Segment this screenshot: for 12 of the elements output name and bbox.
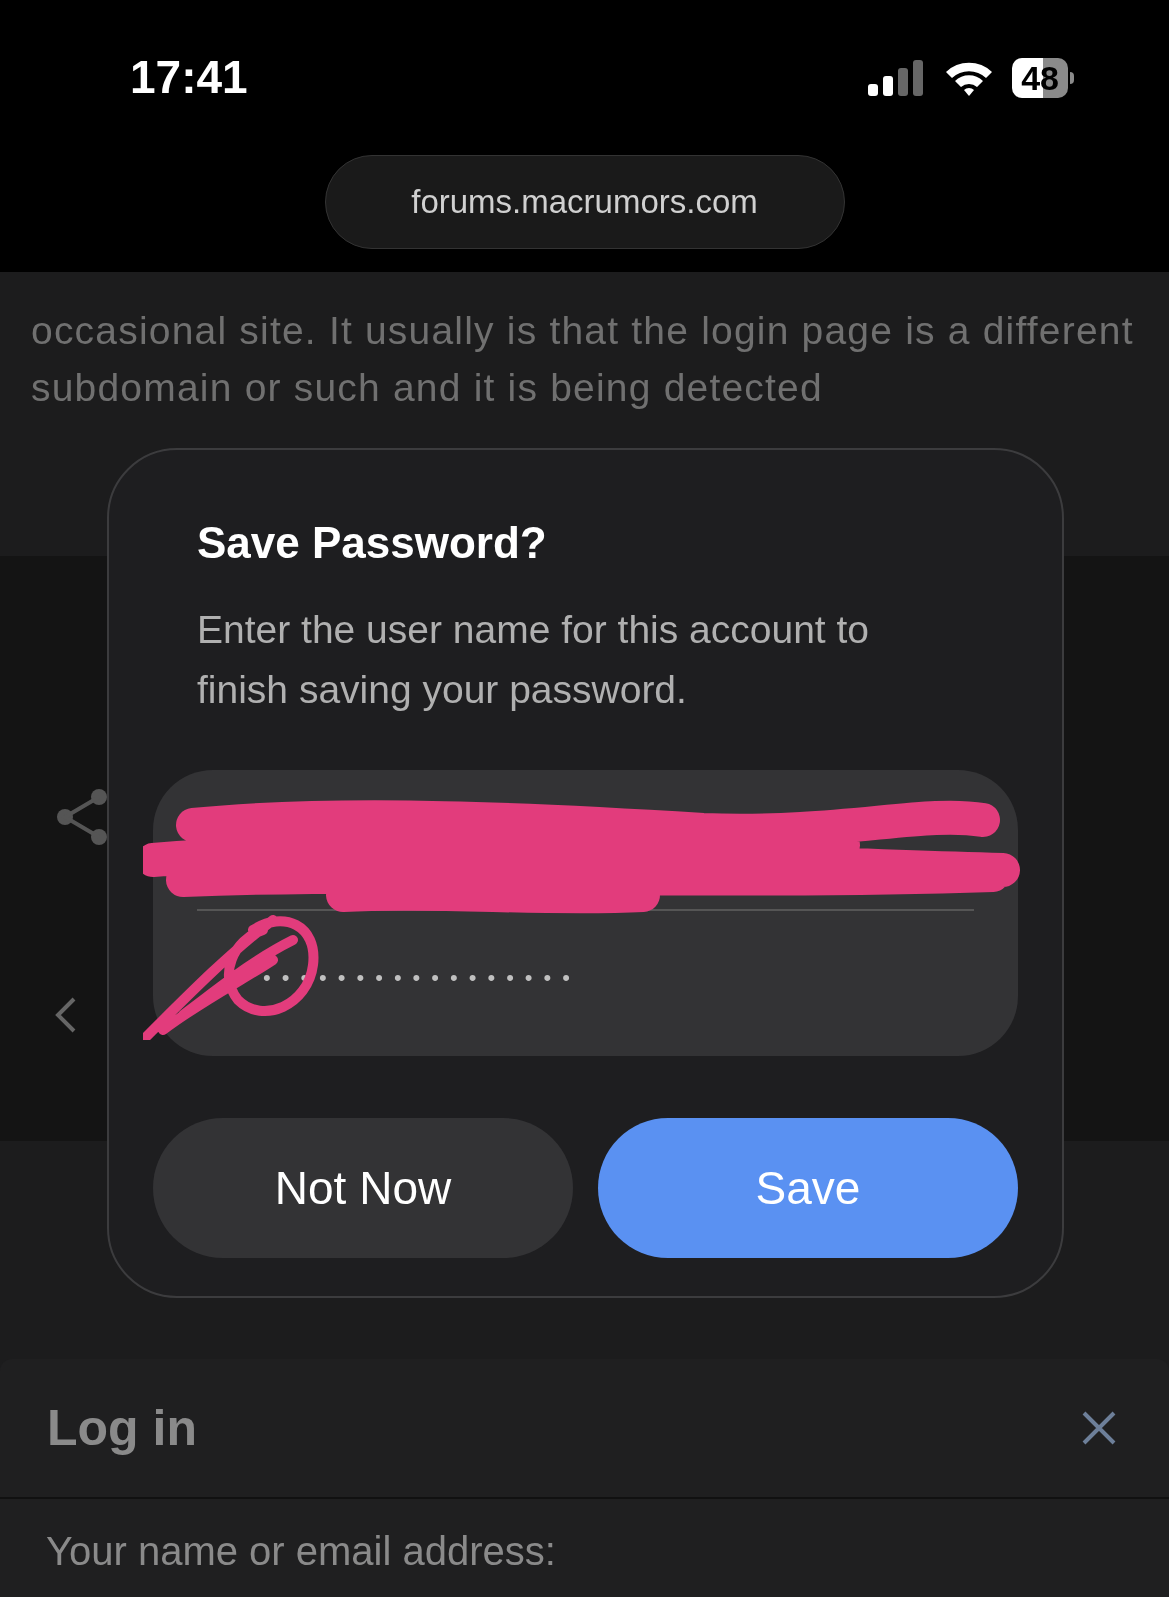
chevron-left-icon[interactable] bbox=[54, 996, 78, 1034]
status-time: 17:41 bbox=[130, 50, 248, 105]
address-bar[interactable]: forums.macrumors.com bbox=[324, 155, 845, 249]
field-label: Your name or email address: bbox=[46, 1529, 556, 1573]
battery-indicator: 48 bbox=[1012, 57, 1068, 98]
close-icon[interactable] bbox=[1081, 1410, 1117, 1446]
sheet-title: Log in bbox=[47, 1398, 197, 1458]
share-icon bbox=[55, 788, 109, 846]
dialog-message: Enter the user name for this account to finish saving your password. bbox=[197, 607, 871, 713]
not-now-button[interactable]: Not Now bbox=[153, 1118, 573, 1258]
dialog-title: Save Password? bbox=[197, 517, 548, 569]
post-text: occasional site. It usually is that the login page is a different subdomain or such and it is being detected bbox=[31, 308, 1135, 411]
